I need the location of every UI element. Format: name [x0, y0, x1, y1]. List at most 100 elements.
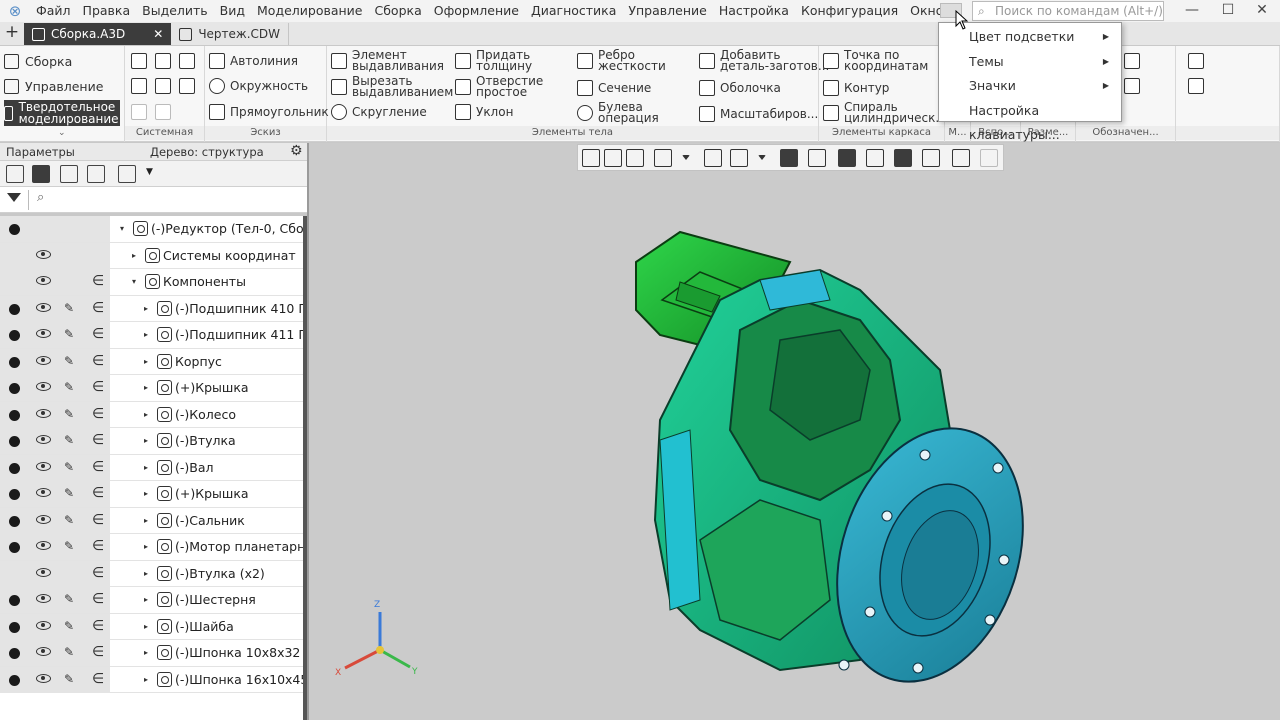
state-dot-icon[interactable]: [9, 489, 20, 500]
menu-management[interactable]: Управление: [622, 0, 712, 22]
include-icon[interactable]: ∈: [92, 671, 104, 687]
pencil-icon[interactable]: ✎: [64, 672, 74, 686]
collapsed-caret-icon[interactable]: ▸: [144, 675, 154, 684]
state-dot-icon[interactable]: [9, 621, 20, 633]
pencil-icon[interactable]: ✎: [64, 407, 74, 421]
view-grid-icon[interactable]: [582, 149, 600, 167]
state-dot-icon[interactable]: [9, 330, 20, 341]
rectangle-button[interactable]: Прямоугольник: [209, 104, 329, 120]
state-dot-icon[interactable]: [9, 436, 20, 447]
eye-icon[interactable]: [36, 302, 51, 312]
chevron-down-icon[interactable]: [758, 155, 766, 160]
view-zoom-window-icon[interactable]: [626, 149, 644, 167]
tree-row[interactable]: ✎ ∈ ▸ (-)Шайба: [0, 613, 307, 640]
include-icon[interactable]: ∈: [92, 538, 104, 554]
menu-design[interactable]: Оформление: [428, 0, 525, 22]
tree-hierarchy-icon[interactable]: [32, 165, 50, 183]
tree-structure-icon[interactable]: [6, 165, 24, 183]
include-icon[interactable]: ∈: [92, 485, 104, 501]
include-icon[interactable]: ∈: [92, 273, 104, 289]
menu-diagnostics[interactable]: Диагностика: [525, 0, 622, 22]
collapsed-caret-icon[interactable]: ▸: [144, 516, 154, 525]
spiral-button[interactable]: Спираль цилиндрическ...: [823, 101, 947, 124]
view-zoom-icon[interactable]: [654, 149, 672, 167]
menu-assembly[interactable]: Сборка: [369, 0, 428, 22]
tree-row[interactable]: ✎ ∈ ▸ (-)Шпонка 16x10x45 ГОС: [0, 666, 307, 693]
menu-item-icons[interactable]: Значки ▶: [939, 74, 1121, 99]
menu-file[interactable]: Файл: [30, 0, 77, 22]
collapsed-caret-icon[interactable]: ▸: [144, 542, 154, 551]
view-shaded-icon[interactable]: [780, 149, 798, 167]
include-icon[interactable]: ∈: [92, 618, 104, 634]
pencil-icon[interactable]: ✎: [64, 380, 74, 394]
tab-assembly[interactable]: Сборка.A3D ✕: [24, 23, 172, 45]
menu-configuration[interactable]: Конфигурация: [795, 0, 904, 22]
state-dot-icon[interactable]: [9, 303, 20, 315]
collapsed-caret-icon[interactable]: ▸: [144, 304, 154, 313]
collapsed-caret-icon[interactable]: ▸: [144, 595, 154, 604]
pencil-icon[interactable]: ✎: [64, 327, 74, 341]
close-window-button[interactable]: ✕: [1244, 0, 1280, 22]
notation-tool-2-icon[interactable]: [1124, 78, 1140, 94]
collapsed-caret-icon[interactable]: ▸: [144, 648, 154, 657]
include-icon[interactable]: ∈: [92, 512, 104, 528]
notation-tool-1-icon[interactable]: [1124, 53, 1140, 69]
eye-icon[interactable]: [36, 276, 51, 285]
eye-icon[interactable]: [36, 461, 51, 471]
eye-icon[interactable]: [36, 435, 51, 444]
pencil-icon[interactable]: ✎: [64, 301, 74, 315]
include-icon[interactable]: ∈: [92, 326, 104, 342]
state-dot-icon[interactable]: [9, 542, 20, 553]
rib-button[interactable]: Ребро жесткости: [577, 49, 666, 72]
tree-row[interactable]: ✎ ∈ ▸ (-)Подшипник 411 ГОСТ: [0, 322, 307, 349]
menu-settings[interactable]: Настройка: [713, 0, 795, 22]
draft-button[interactable]: Уклон: [455, 104, 513, 120]
collapsed-caret-icon[interactable]: ▸: [144, 410, 154, 419]
tree-row[interactable]: ✎ ∈ ▸ (-)Колесо: [0, 401, 307, 428]
view-brush-icon[interactable]: [980, 149, 998, 167]
collapsed-caret-icon[interactable]: ▸: [132, 251, 142, 260]
include-icon[interactable]: ∈: [92, 591, 104, 607]
include-icon[interactable]: ∈: [92, 432, 104, 448]
command-search-input[interactable]: ⌕ Поиск по командам (Alt+/): [972, 1, 1164, 21]
save-icon[interactable]: [179, 53, 195, 69]
scale-button[interactable]: Масштабиров...: [699, 106, 818, 122]
view-show-all-icon[interactable]: [894, 149, 912, 167]
collapsed-caret-icon[interactable]: ▸: [144, 489, 154, 498]
collapsed-caret-icon[interactable]: ▸: [144, 330, 154, 339]
collapsed-caret-icon[interactable]: ▸: [144, 357, 154, 366]
panel-tree-label[interactable]: Дерево: структура: [150, 145, 264, 159]
tab-drawing[interactable]: Чертеж.CDW: [171, 23, 290, 45]
expanded-caret-icon[interactable]: ▾: [132, 277, 142, 286]
maximize-button[interactable]: ☐: [1210, 0, 1246, 22]
tree-row[interactable]: ✎ ∈ ▸ (-)Сальник: [0, 507, 307, 534]
pencil-icon[interactable]: ✎: [64, 619, 74, 633]
state-dot-icon[interactable]: [9, 648, 20, 659]
undo-icon[interactable]: [131, 104, 147, 120]
filter-icon[interactable]: [7, 193, 21, 202]
app-logo-icon[interactable]: ⊗: [0, 0, 30, 22]
section-button[interactable]: Сечение: [577, 80, 651, 96]
autoline-button[interactable]: Автолиния: [209, 53, 298, 69]
include-icon[interactable]: ∈: [92, 300, 104, 316]
collapsed-caret-icon[interactable]: ▸: [144, 383, 154, 392]
extrude-button[interactable]: Элемент выдавливания: [331, 49, 444, 72]
collapsed-caret-icon[interactable]: ▸: [144, 436, 154, 445]
eye-icon[interactable]: [36, 594, 51, 603]
chevron-down-icon[interactable]: [682, 155, 690, 160]
thickness-button[interactable]: Придать толщину: [455, 49, 532, 72]
collapsed-caret-icon[interactable]: ▸: [144, 569, 154, 578]
tree-row[interactable]: ✎ ∈ ▸ (-)Втулка: [0, 428, 307, 455]
tree-row[interactable]: ✎ ∈ ▸ (+)Крышка: [0, 375, 307, 402]
pencil-icon[interactable]: ✎: [64, 645, 74, 659]
tree-row[interactable]: ▸ Системы координат: [0, 242, 307, 269]
mode-assembly[interactable]: Сборка: [4, 50, 120, 72]
pencil-icon[interactable]: ✎: [64, 486, 74, 500]
print-icon[interactable]: [131, 78, 147, 94]
new-document-button[interactable]: +: [0, 21, 24, 45]
eye-icon[interactable]: [36, 647, 51, 656]
collapsed-caret-icon[interactable]: ▸: [144, 622, 154, 631]
state-dot-icon[interactable]: [9, 409, 20, 421]
menu-edit[interactable]: Правка: [77, 0, 137, 22]
minimize-button[interactable]: —: [1174, 0, 1210, 22]
